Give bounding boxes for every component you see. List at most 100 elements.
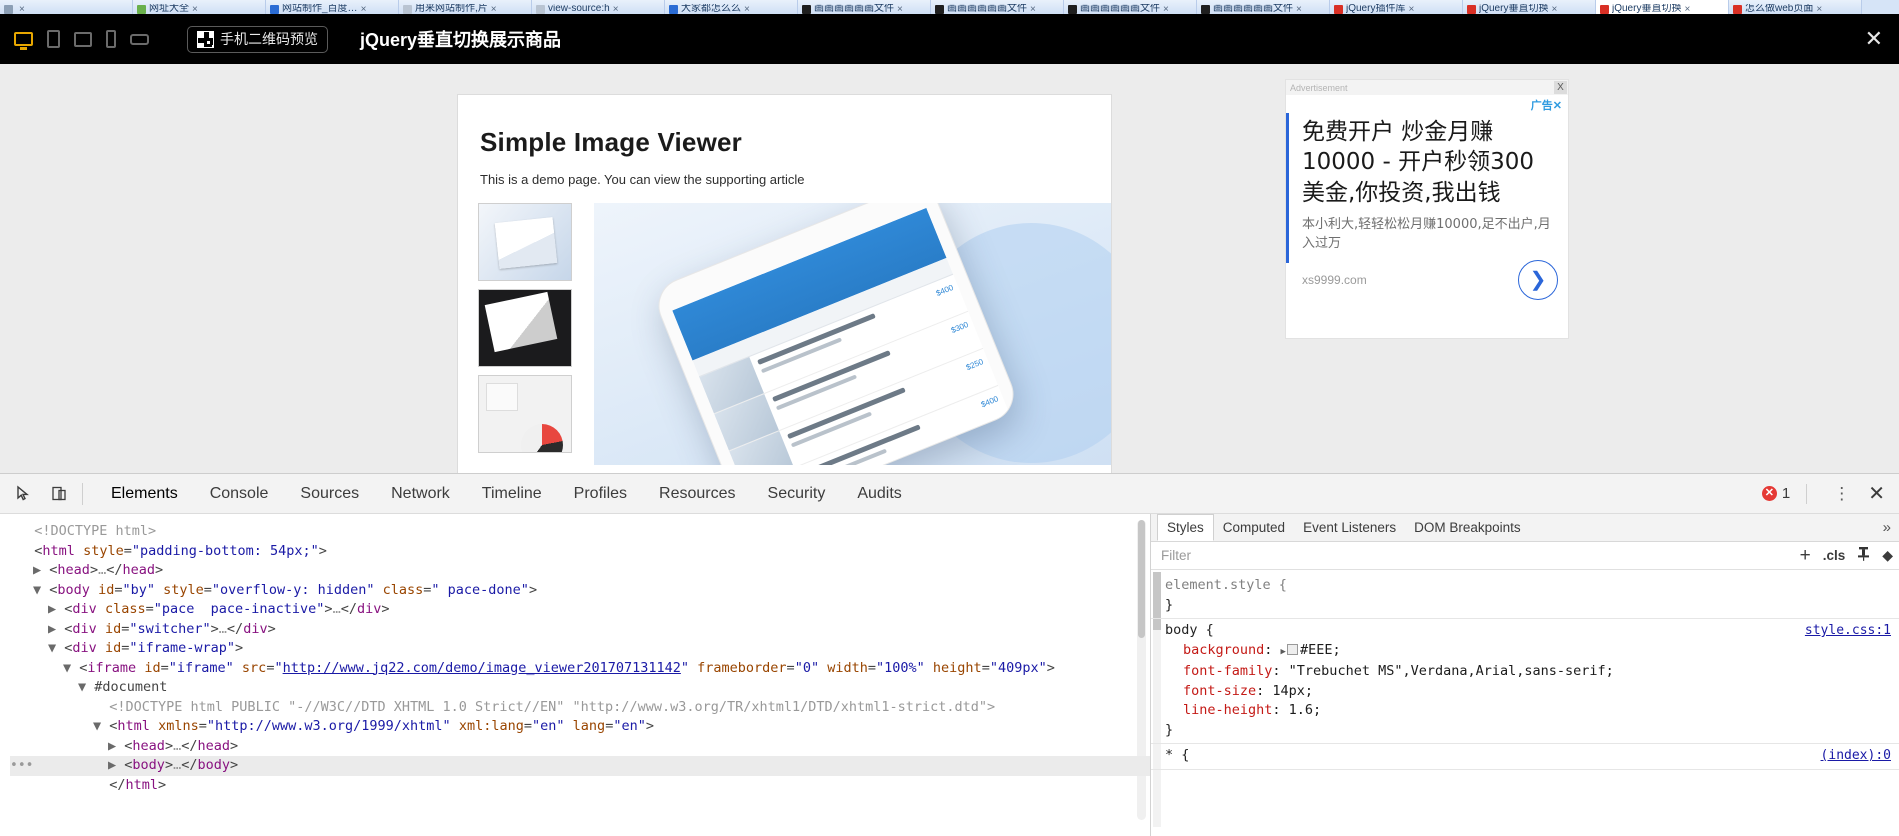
browser-tab-strip[interactable]: × 网址大全 × 网站制作_百度… × 用来网站制作,片 × view-source:h × 大家… bbox=[0, 0, 1899, 14]
chevron-right-icon[interactable]: ❯ bbox=[1518, 259, 1558, 300]
tab-security[interactable]: Security bbox=[752, 474, 842, 514]
dom-node-line[interactable]: <!DOCTYPE html> bbox=[10, 522, 1150, 542]
dom-node-line[interactable]: ▶ <head>…</head> bbox=[10, 561, 1150, 581]
tab-network[interactable]: Network bbox=[375, 474, 466, 514]
dom-tree-pane[interactable]: <!DOCTYPE html> <html style="padding-bot… bbox=[0, 514, 1150, 836]
main-image-stage[interactable]: $400 $300 $250 $400 bbox=[594, 203, 1111, 465]
tab-sources[interactable]: Sources bbox=[284, 474, 375, 514]
inspect-element-icon[interactable] bbox=[10, 481, 36, 507]
tab-close-icon[interactable]: × bbox=[1296, 4, 1302, 15]
browser-tab[interactable]: 网站制作_百度… × bbox=[266, 0, 399, 14]
css-source-link[interactable]: (index):0 bbox=[1821, 746, 1891, 766]
dom-node-line[interactable]: ▶ <div id="switcher">…</div> bbox=[10, 620, 1150, 640]
css-declaration[interactable]: font-family: "Trebuchet MS",Verdana,Aria… bbox=[1165, 662, 1899, 682]
device-phone-landscape-button[interactable] bbox=[130, 33, 149, 45]
tab-close-icon[interactable]: × bbox=[1816, 4, 1822, 15]
css-selector[interactable]: * { bbox=[1165, 746, 1899, 766]
browser-tab[interactable]: 画画画画画画文件 × bbox=[1197, 0, 1330, 14]
device-phone-portrait-button[interactable] bbox=[106, 30, 116, 48]
toggle-device-toolbar-icon[interactable] bbox=[46, 481, 72, 507]
browser-tab[interactable]: 怎么做web页面 × bbox=[1729, 0, 1862, 14]
ad-close-icon[interactable]: X bbox=[1554, 81, 1567, 94]
devtools-close-icon[interactable]: ✕ bbox=[1860, 481, 1893, 506]
browser-tab[interactable]: jQuery垂直切换 × bbox=[1463, 0, 1596, 14]
dom-node-line[interactable]: ▶ <div class="pace pace-inactive">…</div… bbox=[10, 600, 1150, 620]
tab-close-icon[interactable]: × bbox=[1163, 4, 1169, 15]
dom-node-line[interactable]: <html style="padding-bottom: 54px;"> bbox=[10, 542, 1150, 562]
dom-node-line[interactable]: ▶ <body>…</body> ••• bbox=[10, 756, 1150, 776]
browser-tab[interactable]: × bbox=[0, 0, 133, 14]
styles-more-tabs-icon[interactable]: » bbox=[1875, 514, 1899, 541]
browser-tab[interactable]: 画画画画画画文件 × bbox=[1064, 0, 1197, 14]
tab-close-icon[interactable]: × bbox=[1030, 4, 1036, 15]
dom-node-line[interactable]: ▼ <body id="by" style="overflow-y: hidde… bbox=[10, 581, 1150, 601]
tab-audits[interactable]: Audits bbox=[841, 474, 917, 514]
ad-headline[interactable]: 免费开户 炒金月赚 10000 - 开户秒领300美金,你投资,我出钱 bbox=[1302, 117, 1556, 208]
browser-tab[interactable]: view-source:h × bbox=[532, 0, 665, 14]
tab-close-icon[interactable]: × bbox=[744, 4, 750, 15]
tab-profiles[interactable]: Profiles bbox=[558, 474, 643, 514]
element-classes-icon[interactable]: .cls bbox=[1823, 548, 1846, 563]
more-options-icon[interactable]: ⋮ bbox=[1823, 485, 1860, 502]
css-declaration[interactable]: line-height: 1.6; bbox=[1165, 701, 1899, 721]
color-swatch[interactable] bbox=[1286, 643, 1298, 655]
dom-node-line[interactable]: ▶ <head>…</head> bbox=[10, 737, 1150, 757]
browser-tab[interactable]: jQuery插件库 × bbox=[1330, 0, 1463, 14]
css-selector[interactable]: element.style { bbox=[1165, 576, 1899, 596]
styles-rule-list[interactable]: element.style {} body {background: ▶ #EEE;… bbox=[1151, 570, 1899, 836]
browser-tab[interactable]: 网址大全 × bbox=[133, 0, 266, 14]
tab-close-icon[interactable]: × bbox=[1684, 4, 1690, 15]
pin-icon[interactable] bbox=[1857, 546, 1870, 565]
tab-event-listeners[interactable]: Event Listeners bbox=[1294, 514, 1405, 541]
toggle-element-state-icon[interactable]: ◆ bbox=[1882, 547, 1893, 564]
css-rule[interactable]: * {(index):0 bbox=[1151, 744, 1899, 770]
dom-node-line[interactable]: </html> bbox=[10, 776, 1150, 796]
tab-close-icon[interactable]: × bbox=[613, 4, 619, 15]
tab-elements[interactable]: Elements bbox=[95, 474, 194, 514]
css-rule[interactable]: element.style {} bbox=[1151, 574, 1899, 619]
tab-resources[interactable]: Resources bbox=[643, 474, 751, 514]
device-tablet-landscape-button[interactable] bbox=[74, 31, 92, 47]
tab-close-icon[interactable]: × bbox=[192, 4, 198, 15]
error-count-badge[interactable]: ✕ 1 bbox=[1761, 485, 1790, 502]
close-icon[interactable]: ✕ bbox=[1865, 28, 1883, 50]
tab-dom-breakpoints[interactable]: DOM Breakpoints bbox=[1405, 514, 1530, 541]
tab-close-icon[interactable]: × bbox=[361, 4, 367, 15]
tablet-landscape-icon bbox=[74, 31, 92, 47]
tab-close-icon[interactable]: × bbox=[897, 4, 903, 15]
dom-node-line[interactable]: ▼ <iframe id="iframe" src="http://www.jq… bbox=[10, 659, 1150, 679]
tab-close-icon[interactable]: × bbox=[19, 4, 25, 15]
dom-node-line[interactable]: ▼ #document bbox=[10, 678, 1150, 698]
device-tablet-portrait-button[interactable] bbox=[47, 30, 60, 48]
browser-tab[interactable]: 画画画画画画文件 × bbox=[798, 0, 931, 14]
tab-close-icon[interactable]: × bbox=[1551, 4, 1557, 15]
thumbnail-item[interactable] bbox=[478, 375, 572, 453]
tab-styles[interactable]: Styles bbox=[1157, 514, 1214, 541]
node-menu-icon[interactable]: ••• bbox=[10, 756, 33, 776]
css-source-link[interactable]: style.css:1 bbox=[1805, 621, 1891, 641]
device-desktop-button[interactable] bbox=[14, 32, 33, 46]
browser-tab[interactable]: 用来网站制作,片 × bbox=[399, 0, 532, 14]
new-style-rule-icon[interactable]: + bbox=[1800, 546, 1811, 565]
browser-tab[interactable]: 画画画画画画文件 × bbox=[931, 0, 1064, 14]
css-rule[interactable]: body {background: ▶ #EEE; font-family: "Tr… bbox=[1151, 619, 1899, 744]
tab-console[interactable]: Console bbox=[194, 474, 285, 514]
dom-node-line[interactable]: ▼ <html xmlns="http://www.w3.org/1999/xh… bbox=[10, 717, 1150, 737]
thumbnail-item[interactable] bbox=[478, 203, 572, 281]
css-declaration[interactable]: background: ▶ #EEE; bbox=[1165, 641, 1899, 663]
dom-node-line[interactable]: <!DOCTYPE html PUBLIC "-//W3C//DTD XHTML… bbox=[10, 698, 1150, 718]
tab-computed[interactable]: Computed bbox=[1214, 514, 1294, 541]
styles-filter-input[interactable]: Filter bbox=[1161, 548, 1191, 563]
browser-tab[interactable]: 大家都怎么么 × bbox=[665, 0, 798, 14]
tab-close-icon[interactable]: × bbox=[1408, 4, 1414, 15]
qr-preview-button[interactable]: 手机二维码预览 bbox=[187, 25, 328, 53]
browser-tab[interactable]: jQuery垂直切换 × bbox=[1596, 0, 1729, 14]
tab-close-icon[interactable]: × bbox=[491, 4, 497, 15]
dom-node-line[interactable]: ▼ <div id="iframe-wrap"> bbox=[10, 639, 1150, 659]
ad-guanggao-label[interactable]: 广告✕ bbox=[1286, 95, 1568, 113]
advertisement-panel[interactable]: Advertisement X 广告✕ 免费开户 炒金月赚 10000 - 开户… bbox=[1285, 79, 1569, 339]
css-selector[interactable]: body { bbox=[1165, 621, 1899, 641]
tab-timeline[interactable]: Timeline bbox=[466, 474, 558, 514]
css-declaration[interactable]: font-size: 14px; bbox=[1165, 682, 1899, 702]
thumbnail-item[interactable] bbox=[478, 289, 572, 367]
